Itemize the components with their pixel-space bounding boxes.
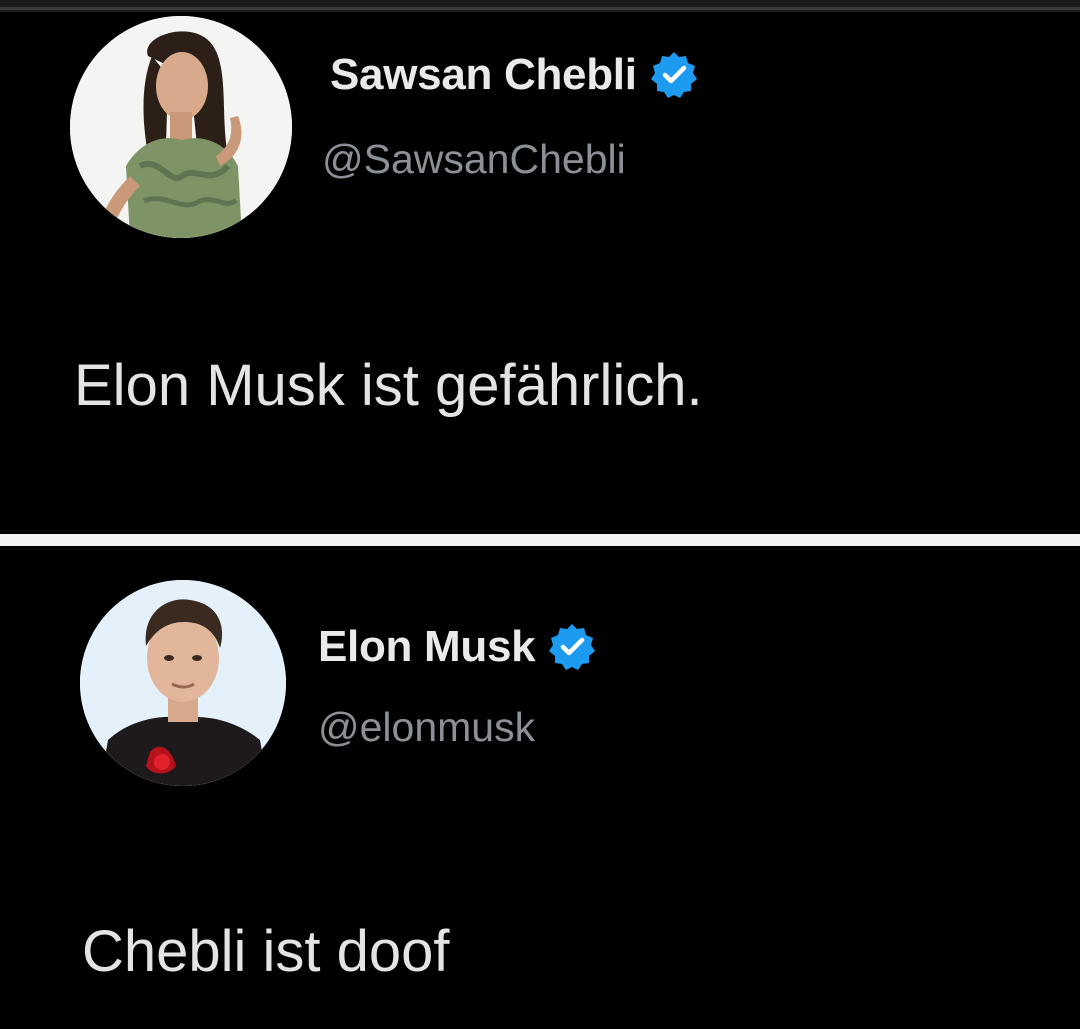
avatar-elon-musk[interactable]: [80, 580, 286, 786]
tweet-card-1[interactable]: Sawsan Chebli @SawsanChebli Elon Musk is…: [0, 12, 1080, 532]
verified-badge-icon: [650, 52, 697, 98]
verified-badge-icon: [549, 624, 596, 670]
divider: [0, 532, 1080, 552]
author-row: Sawsan Chebli: [330, 50, 699, 100]
author-row: Elon Musk: [318, 622, 597, 672]
tweet-body: Elon Musk ist gefährlich.: [74, 353, 703, 418]
top-border: [0, 0, 1080, 12]
user-handle[interactable]: @elonmusk: [318, 704, 535, 751]
tweet-body: Chebli ist doof: [82, 919, 450, 984]
avatar-sawsan-chebli[interactable]: [70, 16, 292, 238]
display-name[interactable]: Elon Musk: [318, 622, 536, 672]
tweet-card-2[interactable]: Elon Musk @elonmusk Chebli ist doof: [0, 552, 1080, 1029]
display-name[interactable]: Sawsan Chebli: [330, 50, 637, 100]
user-handle[interactable]: @SawsanChebli: [322, 136, 626, 183]
